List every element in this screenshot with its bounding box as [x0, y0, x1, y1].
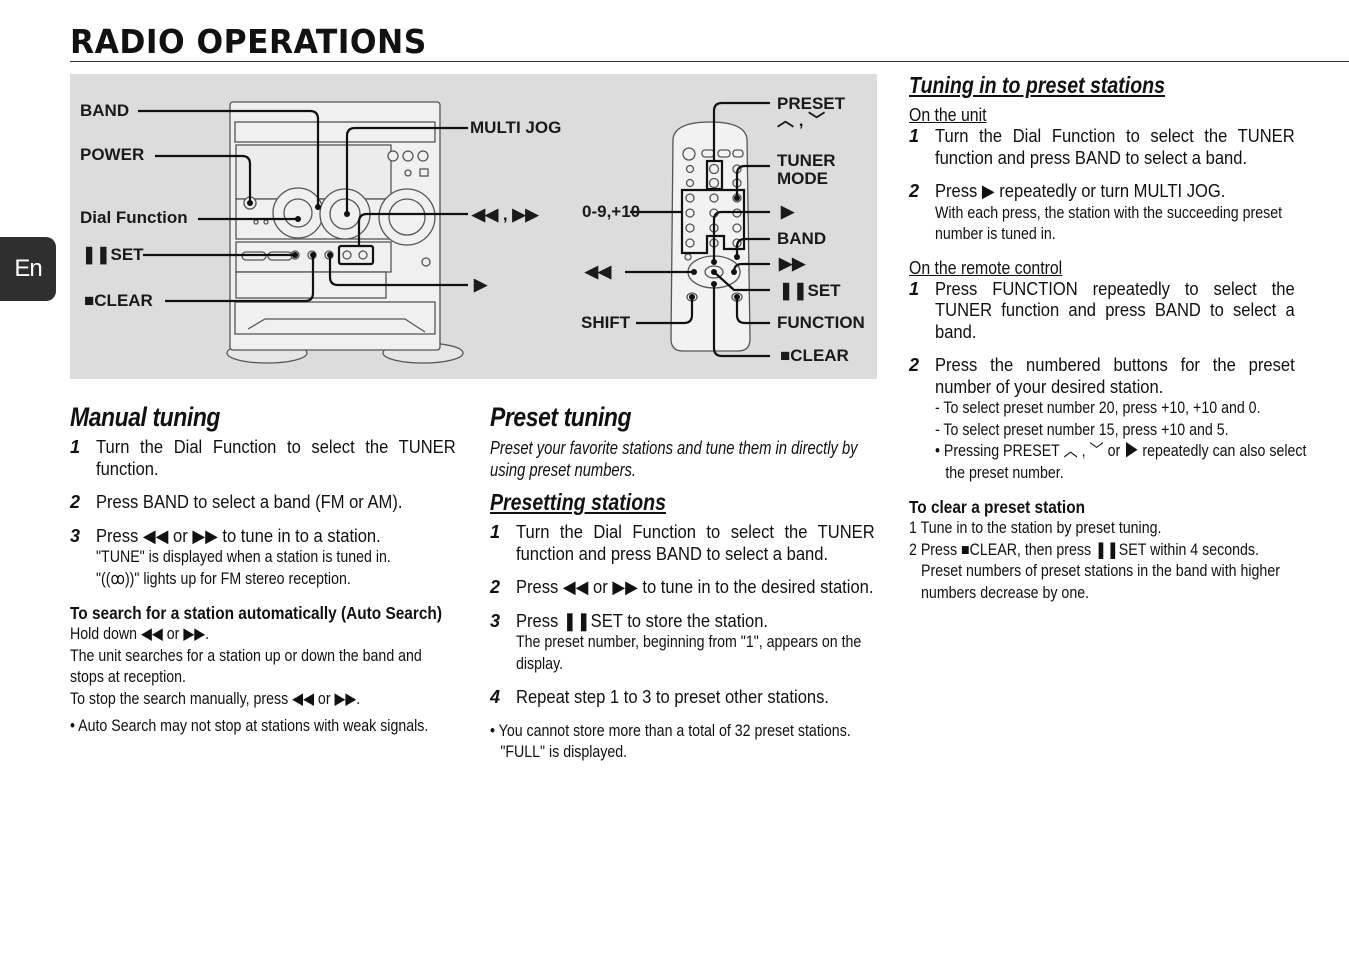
label-play: ▶: [474, 275, 488, 294]
label-remote-play: ▶: [781, 202, 795, 221]
label-tuner-mode-1: TUNER: [777, 151, 836, 170]
title-divider: [70, 61, 1349, 62]
preset-tuning-intro: Preset your favorite stations and tune t…: [490, 438, 858, 480]
remote-step-2-note-3: • Pressing PRESET ︿ , ﹀ or ▶ repeatedly …: [935, 442, 1307, 482]
unit-step-2-note: With each press, the station with the su…: [935, 203, 1283, 244]
auto-search-line-2: The unit searches for a station up or do…: [70, 646, 422, 687]
label-numbers: 0-9,+10: [582, 202, 641, 221]
remote-step-2-note-2: - To select preset number 15, press +10 …: [935, 420, 1229, 439]
clear-line-2: 2 Press ■CLEAR, then press ❚❚SET within …: [909, 540, 1259, 559]
remote-step-2-note-1: - To select preset number 20, press +10,…: [935, 399, 1261, 417]
manual-tuning-section: Manual tuning 1 Turn the Dial Function t…: [70, 402, 458, 738]
preset-bullet-2: "FULL" is displayed.: [500, 743, 628, 761]
clear-preset-heading: To clear a preset station: [909, 497, 1086, 517]
label-remote-set: ❚❚SET: [779, 281, 841, 300]
presetting-stations-heading: Presetting stations: [490, 489, 666, 515]
label-power: POWER: [80, 145, 145, 164]
label-clear: ■CLEAR: [84, 291, 153, 310]
preset-step-1: 1 Turn the Dial Function to select the T…: [490, 522, 875, 564]
clear-line-1: 1 Tune in to the station by preset tunin…: [909, 519, 1162, 537]
remote-step-2: 2 Press the numbered buttons for the pre…: [909, 355, 1306, 484]
label-remote-clear: ■CLEAR: [780, 346, 849, 365]
pause-icon: ❚❚: [82, 245, 111, 264]
language-tab: En: [0, 237, 56, 301]
label-preset-arrows: ︿ , ﹀: [777, 111, 826, 130]
manual-step-3-note-1: "TUNE" is displayed when a station is tu…: [96, 548, 391, 566]
label-rew-ff: ◀◀ , ▶▶: [472, 205, 539, 224]
label-tuner-mode-2: MODE: [777, 169, 828, 188]
manual-step-2: 2 Press BAND to select a band (FM or AM)…: [70, 492, 403, 512]
manual-step-1: 1 Turn the Dial Function to select the T…: [70, 437, 456, 479]
tuning-preset-section: Tuning in to preset stations On the unit…: [909, 72, 1306, 604]
label-remote-band: BAND: [777, 229, 827, 248]
unit-step-1: 1 Turn the Dial Function to select the T…: [909, 126, 1295, 168]
clear-line-3: Preset numbers of preset stations in the…: [921, 562, 1280, 602]
label-shift: SHIFT: [581, 313, 631, 332]
label-dial-function: Dial Function: [80, 208, 188, 227]
stereo-unit-drawing: [226, 101, 464, 364]
tuning-preset-heading: Tuning in to preset stations: [909, 72, 1165, 98]
on-unit-label: On the unit: [909, 105, 987, 125]
stop-icon: ■: [84, 291, 95, 310]
pause-icon: ❚❚: [779, 281, 808, 300]
label-band: BAND: [80, 101, 130, 120]
label-remote-ff: ▶▶: [779, 254, 806, 273]
preset-step-3: 3 Press ❚❚SET to store the station. The …: [490, 611, 877, 676]
on-remote-label: On the remote control: [909, 257, 1063, 278]
auto-search-heading: To search for a station automatically (A…: [70, 603, 442, 623]
remote-step-1: 1 Press FUNCTION repeatedly to select th…: [909, 278, 1295, 342]
auto-search-line-1: Hold down ◀◀ or ▶▶.: [70, 625, 210, 643]
auto-search-bullet: • Auto Search may not stop at stations w…: [70, 717, 429, 735]
preset-step-3-note: The preset number, beginning from "1", a…: [516, 633, 862, 673]
preset-step-2: 2 Press ◀◀ or ▶▶ to tune in to the desir…: [490, 577, 874, 597]
stop-icon: ■: [780, 346, 791, 365]
manual-step-3-note-2: "((ꝏ))" lights up for FM stereo receptio…: [96, 569, 351, 588]
controls-diagram: BAND POWER Dial Function ❚❚SET ■CLEAR MU…: [70, 74, 877, 379]
label-multi-jog: MULTI JOG: [470, 118, 562, 137]
preset-tuning-section: Preset tuning Preset your favorite stati…: [490, 402, 877, 764]
unit-step-2: 2 Press ▶ repeatedly or turn MULTI JOG. …: [909, 181, 1297, 246]
label-remote-rew: ◀◀: [585, 262, 612, 281]
preset-tuning-heading: Preset tuning: [490, 402, 632, 432]
manual-step-3: 3 Press ◀◀ or ▶▶ to tune in to a station…: [70, 526, 458, 591]
auto-search-line-3: To stop the search manually, press ◀◀ or…: [70, 689, 361, 708]
preset-bullet-1: • You cannot store more than a total of …: [490, 721, 851, 740]
preset-step-4: 4 Repeat step 1 to 3 to preset other sta…: [490, 687, 830, 707]
manual-tuning-heading: Manual tuning: [70, 402, 221, 432]
page-title: RADIO OPERATIONS: [70, 22, 427, 61]
label-set: ❚❚SET: [82, 245, 144, 264]
label-function: FUNCTION: [777, 313, 865, 332]
